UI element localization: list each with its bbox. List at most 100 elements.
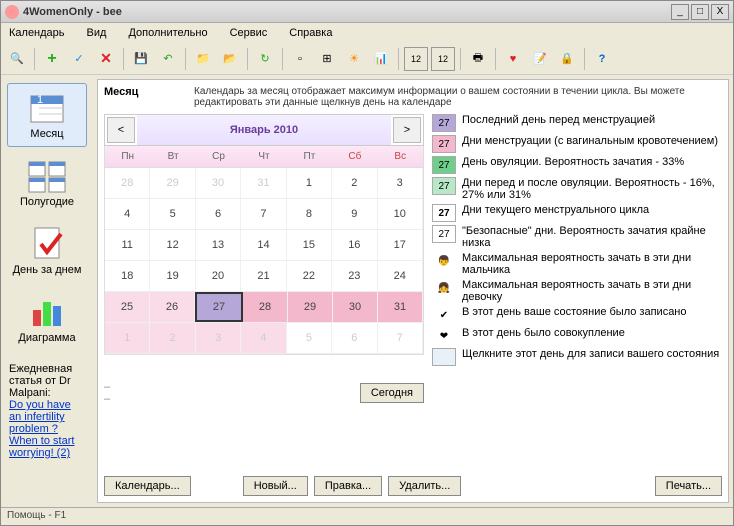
menu-extra[interactable]: Дополнительно	[124, 25, 211, 41]
minimize-button[interactable]: _	[671, 4, 689, 20]
day-cell[interactable]: 15	[287, 230, 332, 260]
calendar-halfyear-icon	[27, 158, 67, 194]
maximize-button[interactable]: □	[691, 4, 709, 20]
day-cell[interactable]: 2	[150, 323, 195, 353]
day-cell[interactable]: 6	[332, 323, 377, 353]
heart-icon[interactable]: ♥	[501, 47, 525, 71]
day-cell[interactable]: 10	[378, 199, 423, 229]
day-cell[interactable]: 28	[243, 292, 288, 322]
month-label: Январь 2010	[137, 115, 391, 145]
calendar-month-icon: 1	[27, 90, 67, 126]
day-cell[interactable]: 1	[287, 168, 332, 198]
day-cell[interactable]: 11	[105, 230, 150, 260]
today-button[interactable]: Сегодня	[360, 383, 424, 403]
day-cell[interactable]: 31	[241, 168, 286, 198]
legend-text: День овуляции. Вероятность зачатия - 33%	[462, 156, 722, 168]
view2-icon[interactable]: ⊞	[315, 47, 339, 71]
print-icon[interactable]: 🖶	[466, 47, 490, 71]
day-cell[interactable]: 7	[378, 323, 423, 353]
day-header: Вт	[150, 146, 195, 167]
day-cell[interactable]: 26	[150, 292, 195, 322]
day-cell[interactable]: 8	[287, 199, 332, 229]
day-header: Чт	[241, 146, 286, 167]
menu-service[interactable]: Сервис	[226, 25, 272, 41]
menu-view[interactable]: Вид	[83, 25, 111, 41]
day-cell[interactable]: 30	[196, 168, 241, 198]
nav-halfyear[interactable]: Полугодие	[7, 151, 87, 215]
lock-icon[interactable]: 🔒	[555, 47, 579, 71]
legend-swatch: 27	[432, 204, 456, 222]
print-button[interactable]: Печать...	[655, 476, 722, 496]
day-cell[interactable]: 6	[196, 199, 241, 229]
day-cell[interactable]: 5	[287, 323, 332, 353]
search-icon[interactable]: 🔍	[5, 47, 29, 71]
day-cell[interactable]: 31	[378, 292, 423, 322]
legend-swatch: 27	[432, 135, 456, 153]
day-cell[interactable]: 28	[105, 168, 150, 198]
delete-icon[interactable]: ✕	[94, 47, 118, 71]
day-cell[interactable]: 13	[196, 230, 241, 260]
day-cell[interactable]: 2	[332, 168, 377, 198]
day-cell[interactable]: 19	[150, 261, 195, 291]
legend-text: В этот день ваше состояние было записано	[462, 306, 722, 318]
new-button[interactable]: Новый...	[243, 476, 308, 496]
day-cell[interactable]: 7	[241, 199, 286, 229]
day-cell[interactable]: 9	[332, 199, 377, 229]
day-cell[interactable]: 23	[332, 261, 377, 291]
day-cell[interactable]: 24	[378, 261, 423, 291]
menu-calendar[interactable]: Календарь	[5, 25, 69, 41]
day-cell[interactable]: 3	[378, 168, 423, 198]
legend-text: Дни текущего менструального цикла	[462, 204, 722, 216]
day-cell[interactable]: 29	[288, 292, 333, 322]
day-cell[interactable]: 20	[196, 261, 241, 291]
day-cell[interactable]: 29	[150, 168, 195, 198]
nav-halfyear-label: Полугодие	[10, 196, 84, 208]
nav-diagram[interactable]: Диаграмма	[7, 287, 87, 351]
day-cell[interactable]: 21	[241, 261, 286, 291]
add-icon[interactable]: +	[40, 47, 64, 71]
day-cell[interactable]: 4	[105, 199, 150, 229]
day-cell[interactable]: 14	[241, 230, 286, 260]
day-cell[interactable]: 22	[287, 261, 332, 291]
edit-button[interactable]: Правка...	[314, 476, 382, 496]
nav-month[interactable]: 1 Месяц	[7, 83, 87, 147]
nav-month-label: Месяц	[10, 128, 84, 140]
day-header: Пн	[105, 146, 150, 167]
edit-icon[interactable]: ✓	[67, 47, 91, 71]
titlebar: 4WomenOnly - bee _ □ X	[1, 1, 733, 23]
date1-icon[interactable]: 12	[404, 47, 428, 71]
day-cell[interactable]: 12	[150, 230, 195, 260]
day-cell[interactable]: 27	[195, 292, 243, 322]
day-cell[interactable]: 4	[241, 323, 286, 353]
day-cell[interactable]: 1	[105, 323, 150, 353]
note-icon[interactable]: 📝	[528, 47, 552, 71]
day-cell[interactable]: 16	[332, 230, 377, 260]
calendar-button[interactable]: Календарь...	[104, 476, 191, 496]
refresh-icon[interactable]: ↻	[253, 47, 277, 71]
link-2[interactable]: When to start worrying! (2)	[9, 435, 85, 459]
menu-help[interactable]: Справка	[285, 25, 336, 41]
help-icon[interactable]: ?	[590, 47, 614, 71]
day-cell[interactable]: 5	[150, 199, 195, 229]
day-cell[interactable]: 3	[196, 323, 241, 353]
folder-icon[interactable]: 📁	[191, 47, 215, 71]
panel-title: Месяц	[104, 86, 184, 108]
close-button[interactable]: X	[711, 4, 729, 20]
day-cell[interactable]: 18	[105, 261, 150, 291]
date2-icon[interactable]: 12	[431, 47, 455, 71]
chart-icon[interactable]: 📊	[369, 47, 393, 71]
day-cell[interactable]: 25	[105, 292, 150, 322]
undo-icon[interactable]: ↶	[156, 47, 180, 71]
day-cell[interactable]: 30	[333, 292, 378, 322]
link-1[interactable]: Do you have an infertility problem ?	[9, 399, 85, 435]
folder-open-icon[interactable]: 📂	[218, 47, 242, 71]
nav-daybyday[interactable]: День за днем	[7, 219, 87, 283]
view1-icon[interactable]: ▫	[288, 47, 312, 71]
delete-button[interactable]: Удалить...	[388, 476, 461, 496]
day-cell[interactable]: 17	[378, 230, 423, 260]
prev-month-button[interactable]: <	[107, 117, 135, 143]
sun-icon[interactable]: ☀	[342, 47, 366, 71]
day-header: Вс	[378, 146, 423, 167]
save-icon[interactable]: 💾	[129, 47, 153, 71]
next-month-button[interactable]: >	[393, 117, 421, 143]
